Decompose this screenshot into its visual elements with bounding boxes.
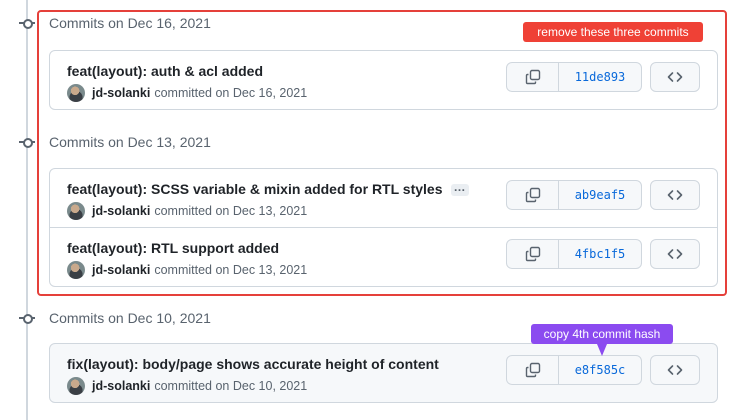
copy-icon xyxy=(525,362,540,378)
commit-message[interactable]: fix(layout): body/page shows accurate he… xyxy=(67,356,439,372)
browse-repo-button[interactable] xyxy=(650,355,700,385)
commit-actions: e8f585c xyxy=(506,355,642,385)
commit-row: fix(layout): body/page shows accurate he… xyxy=(50,344,717,402)
git-commit-icon xyxy=(19,134,35,150)
copy-annotation-arrow xyxy=(597,344,607,356)
timeline-line xyxy=(26,0,28,420)
git-commit-icon xyxy=(19,15,35,31)
avatar[interactable] xyxy=(67,377,85,395)
commit-sha-link[interactable]: e8f585c xyxy=(559,356,641,384)
copy-annotation-label: copy 4th commit hash xyxy=(531,324,673,344)
remove-highlight-box xyxy=(37,10,727,296)
commit-list: fix(layout): body/page shows accurate he… xyxy=(49,343,718,403)
commit-meta: jd-solanki committed on Dec 10, 2021 xyxy=(67,377,307,395)
git-commit-icon xyxy=(19,310,35,326)
author-link[interactable]: jd-solanki xyxy=(92,379,150,393)
code-icon xyxy=(667,365,683,375)
remove-annotation-label: remove these three commits xyxy=(523,22,703,42)
commit-date: committed on Dec 10, 2021 xyxy=(154,379,308,393)
copy-sha-button[interactable] xyxy=(507,356,559,384)
group-title: Commits on Dec 10, 2021 xyxy=(49,310,211,326)
